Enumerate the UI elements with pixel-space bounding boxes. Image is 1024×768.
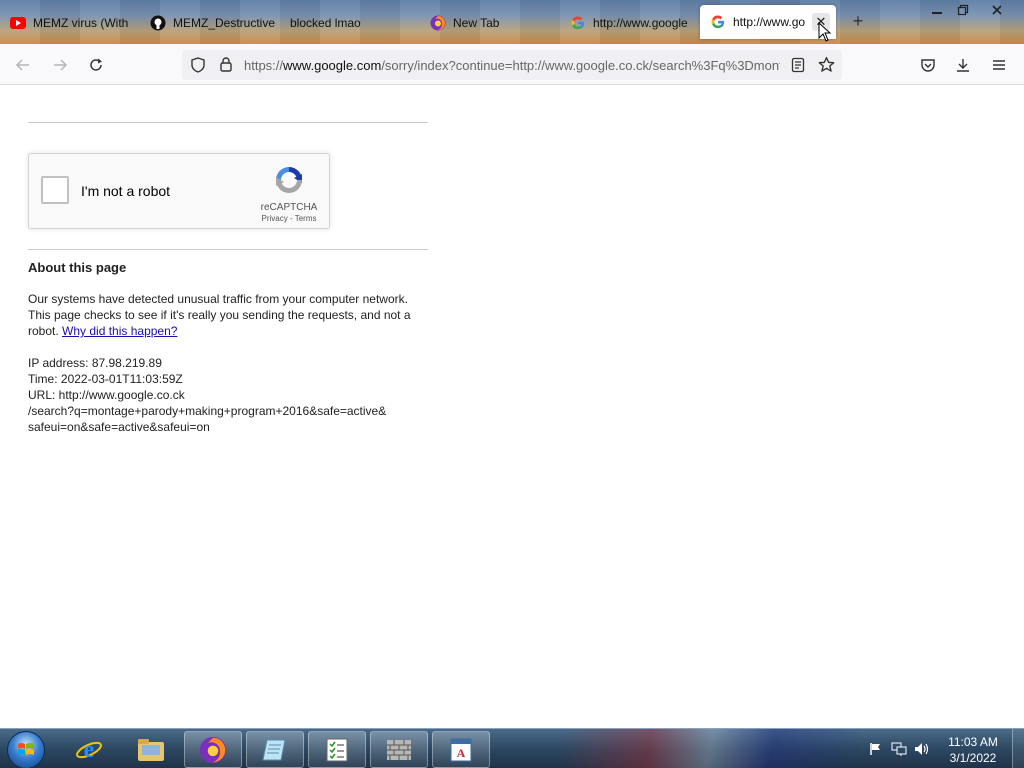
recaptcha-label: I'm not a robot	[81, 183, 171, 199]
recaptcha-privacy-terms-links[interactable]: Privacy - Terms	[249, 214, 329, 223]
download-icon	[957, 59, 969, 72]
tab-google-1[interactable]: http://www.google	[560, 6, 692, 40]
reload-icon	[90, 58, 102, 71]
wordpad-icon: A	[450, 738, 472, 761]
windows-taskbar: e A 11:03 AM 3/1/2022	[0, 728, 1024, 768]
unusual-traffic-message: Our systems have detected unusual traffi…	[28, 291, 418, 339]
internet-explorer-icon: e	[76, 737, 102, 763]
pocket-button[interactable]	[915, 52, 941, 78]
hamburger-menu-icon	[993, 60, 1005, 70]
windows-logo-icon	[18, 743, 34, 755]
tab-label: New Tab	[453, 16, 500, 30]
close-window-button[interactable]	[982, 0, 1012, 20]
tab-blocked[interactable]: blocked lmao	[280, 6, 420, 40]
system-clock[interactable]: 11:03 AM 3/1/2022	[940, 734, 1006, 766]
file-explorer-taskbar-button[interactable]	[122, 731, 180, 768]
notepad-icon	[262, 739, 286, 760]
clock-time: 11:03 AM	[948, 735, 998, 749]
folder-icon	[138, 738, 164, 761]
new-tab-button[interactable]: +	[848, 12, 868, 32]
forward-arrow-icon	[54, 59, 68, 71]
bookmark-star-icon[interactable]	[818, 56, 835, 76]
svg-text:A: A	[457, 746, 466, 760]
url-text[interactable]: https://www.google.com/sorry/index?conti…	[244, 58, 780, 73]
divider	[28, 122, 428, 123]
notepad-taskbar-button[interactable]	[246, 731, 304, 768]
volume-icon[interactable]	[914, 741, 930, 757]
firefox-taskbar-button[interactable]	[184, 731, 242, 768]
tab-label: http://www.go	[733, 15, 806, 29]
tab-label: MEMZ_Destructive	[173, 16, 276, 30]
forward-button[interactable]	[47, 52, 73, 78]
github-icon	[150, 15, 166, 31]
url-line: URL: http://www.google.co.ck	[28, 388, 185, 402]
mouse-cursor-icon	[818, 22, 832, 42]
network-icon[interactable]	[891, 741, 907, 757]
start-button[interactable]	[7, 731, 45, 768]
recaptcha-widget: I'm not a robot reCAPTCHA Privacy - Term…	[28, 153, 330, 229]
url-bar[interactable]: https://www.google.com/sorry/index?conti…	[182, 50, 842, 80]
recaptcha-checkbox[interactable]	[41, 176, 69, 204]
internet-explorer-taskbar-button[interactable]: e	[60, 731, 118, 768]
about-page-heading: About this page	[28, 260, 127, 275]
reader-view-icon[interactable]	[790, 57, 806, 76]
task-list-taskbar-button[interactable]	[308, 731, 366, 768]
tab-new-tab[interactable]: New Tab	[420, 6, 560, 40]
url-line-continued: /search?q=montage+parody+making+program+…	[28, 404, 387, 418]
firefox-icon	[430, 15, 446, 31]
tab-label: blocked lmao	[290, 16, 361, 30]
show-desktop-button[interactable]	[1012, 729, 1024, 768]
downloads-button[interactable]	[950, 52, 976, 78]
back-arrow-icon	[15, 59, 29, 71]
url-line-continued: safeui=on&safe=active&safeui=on	[28, 420, 210, 434]
clock-date: 3/1/2022	[949, 751, 997, 765]
pocket-icon	[921, 59, 935, 72]
why-did-this-happen-link[interactable]: Why did this happen?	[62, 324, 177, 338]
firefox-icon	[199, 736, 227, 763]
svg-text:e: e	[84, 737, 95, 763]
tab-strip: MEMZ virus (With MEMZ_Destructive blocke…	[0, 0, 1024, 44]
brick-wall-icon	[387, 739, 411, 760]
divider	[28, 249, 428, 250]
restore-button[interactable]	[948, 0, 978, 20]
url-path: /sorry/index?continue=http://www.google.…	[381, 58, 780, 73]
navigation-toolbar: https://www.google.com/sorry/index?conti…	[0, 44, 1024, 85]
checklist-icon	[326, 738, 348, 761]
reload-button[interactable]	[83, 52, 109, 78]
tab-memz-github[interactable]: MEMZ_Destructive	[140, 6, 280, 40]
url-prefix: https://	[244, 58, 284, 73]
google-icon	[570, 15, 586, 31]
recaptcha-brand: reCAPTCHA	[260, 202, 318, 213]
wordpad-taskbar-button[interactable]: A	[432, 731, 490, 768]
page-content: I'm not a robot reCAPTCHA Privacy - Term…	[0, 85, 1024, 728]
url-host: www.google.com	[283, 58, 382, 73]
lock-icon[interactable]	[218, 56, 234, 75]
action-center-flag-icon[interactable]	[868, 741, 884, 757]
back-button[interactable]	[10, 52, 36, 78]
youtube-icon	[10, 15, 26, 31]
recaptcha-logo-icon	[276, 167, 302, 193]
app-menu-button[interactable]	[986, 52, 1012, 78]
tracking-protection-shield-icon[interactable]	[190, 57, 206, 76]
tab-google-active[interactable]: http://www.go ✕	[700, 5, 836, 39]
google-icon	[710, 14, 726, 30]
tab-memz-video[interactable]: MEMZ virus (With	[0, 6, 140, 40]
tab-label: http://www.google	[593, 16, 688, 30]
time-line: Time: 2022-03-01T11:03:59Z	[28, 372, 183, 386]
ip-address-line: IP address: 87.98.219.89	[28, 356, 162, 370]
tab-label: MEMZ virus (With	[33, 16, 129, 30]
app-taskbar-button[interactable]	[370, 731, 428, 768]
request-details: IP address: 87.98.219.89 Time: 2022-03-0…	[28, 355, 418, 435]
